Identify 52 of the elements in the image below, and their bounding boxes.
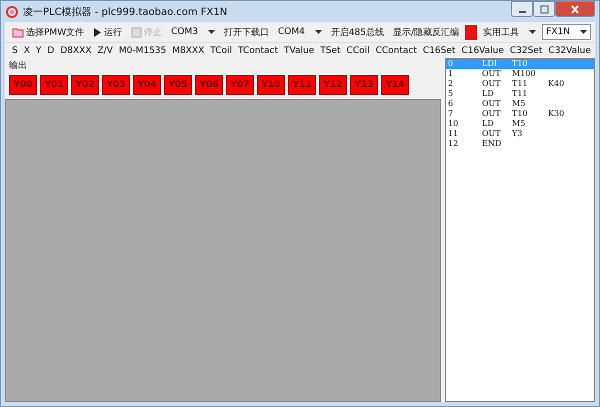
register-tab[interactable]: C16Set (420, 46, 458, 56)
instruction-row[interactable]: 10 LD M5 (446, 119, 594, 129)
instruction-row[interactable]: 1 OUT M100 (446, 69, 594, 79)
instruction-row[interactable]: 12 END (446, 139, 594, 149)
caret-icon (580, 30, 587, 34)
register-tab[interactable]: D8XXX (57, 46, 94, 56)
app-icon (5, 4, 19, 18)
port-dropdown[interactable]: FX1N (542, 24, 591, 40)
tools-menu[interactable]: 实用工具 (480, 24, 540, 40)
register-tab[interactable]: TCoil (207, 46, 236, 56)
register-tab[interactable]: D (44, 46, 58, 56)
toolbar-button[interactable]: 打开下载口 (220, 24, 272, 40)
register-tab[interactable]: TValue (281, 46, 318, 56)
register-tab[interactable]: X (20, 46, 33, 56)
register-tab[interactable]: C32Set (506, 46, 546, 56)
toolbar-button[interactable]: 开启485总线 (328, 24, 387, 40)
maximize-button[interactable] (533, 1, 555, 17)
toolbar-button[interactable]: 显示/隐藏反汇编 (390, 24, 462, 40)
register-tab[interactable]: M8XXX (169, 46, 208, 56)
instruction-row[interactable]: 5 LD T11 (446, 89, 594, 99)
folder-icon (12, 26, 24, 38)
register-tab[interactable]: S (9, 46, 21, 56)
instruction-row[interactable]: 2 OUT T11 K40 (446, 79, 594, 89)
register-tab[interactable]: M0-M1535 (116, 46, 170, 56)
register-tab[interactable]: CContact (372, 46, 420, 56)
stop-icon (131, 26, 142, 38)
status-indicator[interactable] (465, 24, 478, 40)
instruction-row[interactable]: 6 OUT M5 (446, 99, 594, 109)
instruction-row[interactable]: 11 OUT Y3 (446, 129, 594, 139)
maximize-icon (540, 4, 548, 14)
port-dropdown[interactable]: COM3 (168, 24, 218, 40)
minimize-icon (518, 11, 526, 13)
caret-icon (529, 30, 536, 34)
close-icon (570, 4, 580, 14)
close-button[interactable] (555, 1, 595, 17)
toolbar-button[interactable]: 选择PMW文件 (9, 24, 88, 40)
caret-icon (208, 30, 215, 34)
caret-icon (314, 30, 322, 34)
instruction-row[interactable]: 7 OUT T10 K30 (446, 109, 594, 119)
register-tab[interactable]: Y (32, 46, 44, 56)
register-tab[interactable]: C32Value (545, 46, 594, 56)
window-title: 凌一PLC模拟器 - plc999.taobao.com FX1N (23, 6, 228, 18)
port-dropdown[interactable]: COM4 (274, 24, 325, 40)
register-tab[interactable]: CCoil (344, 46, 373, 56)
minimize-button[interactable] (511, 1, 533, 17)
play-icon (93, 26, 102, 38)
register-tab[interactable]: TContact (235, 46, 282, 56)
section-label: 输出 (8, 60, 28, 73)
register-tab[interactable]: C16Value (458, 46, 507, 56)
register-tab[interactable]: TSet (317, 46, 344, 56)
register-tab[interactable]: Z/V (94, 46, 116, 56)
toolbar-button[interactable]: 运行 (90, 24, 126, 40)
